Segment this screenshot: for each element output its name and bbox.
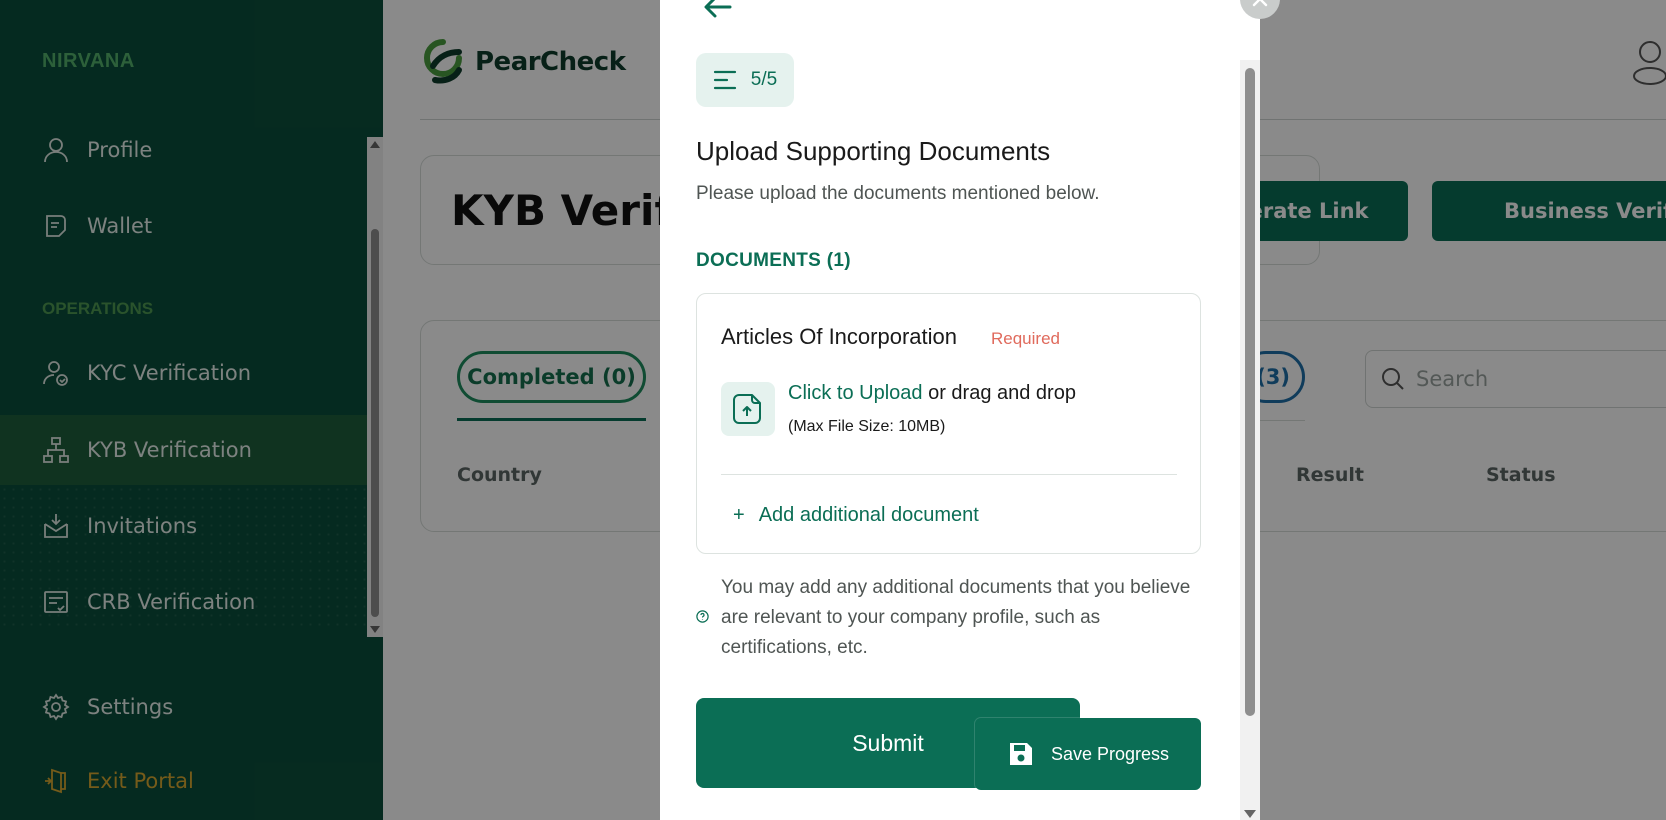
scroll-down-arrow-icon[interactable] bbox=[1244, 810, 1256, 818]
upload-dropzone-icon[interactable] bbox=[721, 382, 775, 436]
save-progress-label: Save Progress bbox=[1051, 743, 1170, 764]
step-count: 5/5 bbox=[750, 69, 778, 90]
upload-documents-modal: 5/5 Upload Supporting Documents Please u… bbox=[660, 0, 1260, 820]
max-file-size: (Max File Size: 10MB) bbox=[788, 418, 946, 435]
documents-heading: DOCUMENTS (1) bbox=[696, 250, 851, 271]
menu-lines-icon bbox=[713, 70, 736, 90]
floppy-disk-icon bbox=[1010, 743, 1032, 765]
modal-title: Upload Supporting Documents bbox=[696, 136, 1051, 166]
document-card: Articles Of Incorporation Required Click… bbox=[696, 293, 1201, 554]
modal-scrollbar[interactable] bbox=[1240, 60, 1260, 820]
add-additional-document-button[interactable]: + Add additional document bbox=[733, 504, 979, 527]
close-icon bbox=[1252, 0, 1268, 7]
drag-drop-text: or drag and drop bbox=[922, 382, 1076, 404]
document-title: Articles Of Incorporation bbox=[721, 324, 957, 349]
required-label: Required bbox=[991, 329, 1060, 348]
add-document-label: Add additional document bbox=[758, 504, 979, 526]
modal-subtitle: Please upload the documents mentioned be… bbox=[696, 183, 1100, 204]
plus-icon: + bbox=[733, 504, 745, 526]
click-to-upload-link[interactable]: Click to Upload bbox=[788, 382, 923, 404]
step-indicator: 5/5 bbox=[696, 53, 794, 107]
help-circle-icon bbox=[696, 610, 709, 623]
back-arrow-icon[interactable] bbox=[702, 0, 734, 20]
modal-scrollbar-thumb[interactable] bbox=[1245, 68, 1255, 716]
additional-docs-hint: You may add any additional documents tha… bbox=[721, 577, 1191, 658]
upload-dropzone[interactable]: Click to Upload or drag and drop bbox=[788, 382, 1076, 405]
file-upload-icon bbox=[733, 394, 761, 424]
document-divider bbox=[721, 474, 1177, 475]
save-progress-button[interactable]: Save Progress bbox=[975, 718, 1201, 790]
